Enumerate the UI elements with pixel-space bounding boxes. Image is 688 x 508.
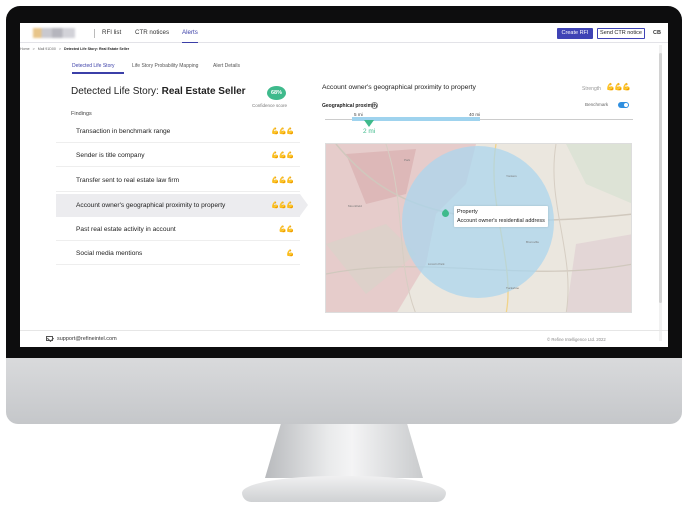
- send-ctr-notice-button[interactable]: Send CTR notice: [597, 28, 645, 39]
- top-navigation-bar: RFI list CTR notices Alerts Create RFI S…: [20, 23, 668, 43]
- footer: support@refineintel.com © Refine Intelli…: [20, 330, 668, 347]
- user-avatar[interactable]: CB: [650, 28, 664, 39]
- map-place-label: Yonkers: [506, 174, 517, 178]
- breadcrumb-home[interactable]: Home: [20, 47, 30, 51]
- finding-label: Past real estate activity in account: [76, 225, 176, 233]
- app-screen: RFI list CTR notices Alerts Create RFI S…: [20, 23, 668, 347]
- monitor-chin: [6, 358, 682, 424]
- benchmark-label: Benchmark: [585, 102, 609, 107]
- breadcrumb: Home > Mall 91D00 > Detected Life Story:…: [20, 45, 129, 53]
- tooltip-residential-address: Account owner's residential address: [457, 217, 545, 224]
- proximity-value-label: 2 mi: [363, 128, 376, 135]
- geographical-proximity-label: Geographical proximity: [322, 103, 378, 109]
- tab-life-story-probability-mapping[interactable]: Life Story Probability Mapping: [132, 63, 198, 69]
- nav-rfi-list[interactable]: RFI list: [102, 23, 121, 43]
- strength-flex-icon: 💪: [286, 250, 294, 257]
- finding-row[interactable]: Social media mentions 💪: [56, 242, 300, 265]
- map-place-label: Park: [404, 158, 411, 162]
- map-place-label: Lincoln Park: [428, 262, 445, 266]
- company-logo: [33, 28, 75, 38]
- life-story-title: Detected Life Story: Real Estate Seller: [71, 86, 246, 97]
- nav-divider: [94, 29, 95, 38]
- map-tooltip: Property Account owner's residential add…: [454, 206, 548, 227]
- strength-flex-icon: 💪💪: [278, 226, 295, 233]
- monitor-stand-base: [242, 476, 446, 502]
- support-email-link[interactable]: support@refineintel.com: [57, 336, 117, 342]
- active-tab-indicator: [72, 72, 124, 74]
- breadcrumb-current: Detected Life Story: Real Estate Seller: [64, 47, 130, 51]
- scrollbar-thumb[interactable]: [659, 53, 662, 303]
- confidence-score-badge: 68%: [267, 86, 286, 100]
- detail-title: Account owner's geographical proximity t…: [322, 84, 476, 91]
- strength-flex-icon: 💪💪💪: [271, 177, 294, 184]
- detail-strength-label: Strength: [582, 86, 601, 92]
- confidence-score-label: Confidence score: [252, 103, 288, 108]
- monitor-stand-neck: [265, 424, 423, 478]
- breadcrumb-separator: >: [32, 47, 35, 51]
- nav-alerts[interactable]: Alerts: [182, 23, 198, 43]
- finding-label: Transaction in benchmark range: [76, 127, 171, 135]
- map-place-label: Mountfield: [348, 204, 362, 208]
- nav-ctr-notices[interactable]: CTR notices: [135, 23, 169, 43]
- copyright-text: © Refine Intelligence Ltd. 2022: [547, 337, 606, 342]
- map-place-label: Tuckahoe: [506, 286, 520, 290]
- finding-label: Social media mentions: [76, 249, 143, 257]
- mail-icon: [46, 336, 53, 341]
- life-story-name: Real Estate Seller: [161, 86, 246, 97]
- benchmark-toggle[interactable]: [618, 102, 629, 108]
- strength-flex-icon: 💪💪💪: [271, 128, 294, 135]
- finding-label: Sender is title company: [76, 151, 145, 159]
- finding-row[interactable]: Transaction in benchmark range 💪💪💪: [56, 120, 300, 143]
- proximity-map[interactable]: Park Mountfield Yonkers Bronxville Linco…: [325, 143, 632, 313]
- detail-strength-flex-icon: 💪💪💪: [606, 84, 631, 91]
- strength-flex-icon: 💪💪💪: [271, 202, 294, 209]
- map-place-label: Bronxville: [526, 240, 540, 244]
- finding-row-selected[interactable]: Account owner's geographical proximity t…: [56, 194, 308, 217]
- info-icon[interactable]: i: [371, 102, 378, 109]
- finding-row[interactable]: Transfer sent to real estate law firm 💪💪…: [56, 169, 300, 192]
- tooltip-property: Property: [457, 209, 478, 215]
- map-graphic: [326, 144, 631, 312]
- create-rfi-button[interactable]: Create RFI: [557, 28, 593, 39]
- finding-label: Transfer sent to real estate law firm: [76, 176, 180, 184]
- strength-flex-icon: 💪💪💪: [271, 152, 294, 159]
- breadcrumb-alert[interactable]: Mall 91D00: [38, 47, 56, 51]
- finding-row[interactable]: Past real estate activity in account 💪💪: [56, 218, 300, 241]
- proximity-marker-icon: [364, 120, 374, 127]
- finding-label: Account owner's geographical proximity t…: [76, 201, 226, 209]
- tab-alert-details[interactable]: Alert Details: [213, 63, 240, 69]
- findings-heading: Findings: [71, 111, 92, 117]
- tab-detected-life-story[interactable]: Detected Life Story: [72, 63, 115, 69]
- breadcrumb-separator: >: [58, 47, 61, 51]
- life-story-title-prefix: Detected Life Story:: [71, 86, 159, 97]
- finding-row[interactable]: Sender is title company 💪💪💪: [56, 144, 300, 167]
